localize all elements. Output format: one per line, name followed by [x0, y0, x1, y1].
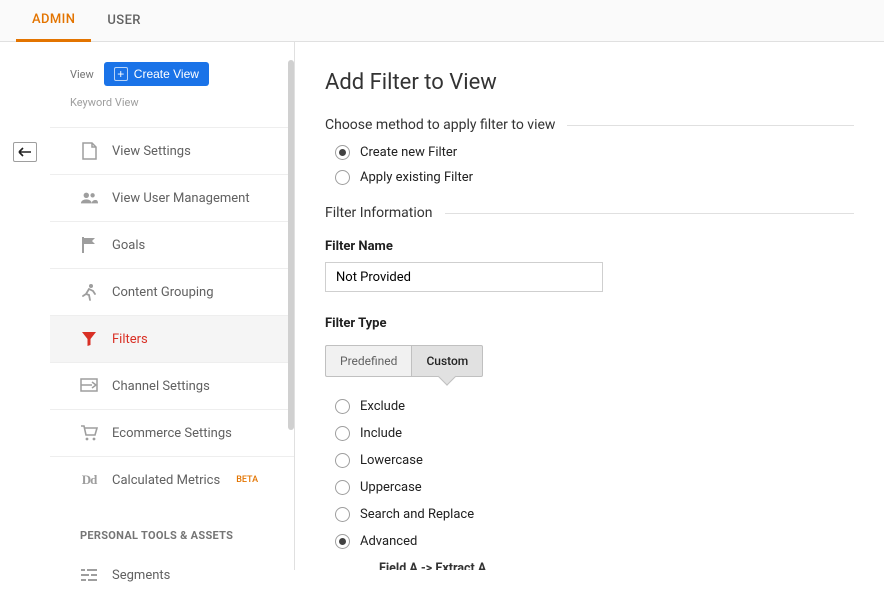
sidebar-item-label: Filters	[112, 332, 148, 347]
sidebar-item-label: Calculated Metrics	[112, 473, 220, 488]
radio-label: Advanced	[360, 534, 417, 549]
sidebar-item-segments[interactable]: Segments	[50, 552, 294, 598]
channel-icon	[80, 377, 98, 395]
sidebar-item-label: Goals	[112, 238, 145, 253]
radio-icon	[335, 453, 350, 468]
radio-lowercase[interactable]: Lowercase	[335, 453, 854, 468]
sidebar: View + Create View Keyword View View Set…	[50, 42, 295, 570]
sidebar-item-label: View Settings	[112, 144, 191, 159]
filter-type-custom-button[interactable]: Custom	[411, 345, 483, 377]
cart-icon	[80, 424, 98, 442]
filter-name-input[interactable]	[325, 262, 603, 292]
radio-label: Create new Filter	[360, 145, 457, 160]
custom-filter-options: Exclude Include Lowercase Uppercase Sear…	[335, 399, 854, 570]
people-icon	[80, 189, 98, 207]
sidebar-item-content-grouping[interactable]: Content Grouping	[50, 268, 294, 315]
section-label: Choose method to apply filter to view	[325, 117, 555, 133]
radio-create-new-filter[interactable]: Create new Filter	[335, 145, 854, 160]
filter-type-predefined-button[interactable]: Predefined	[325, 345, 411, 377]
scrollbar[interactable]	[288, 60, 294, 430]
sidebar-item-calculated-metrics[interactable]: Dd Calculated Metrics BETA	[50, 456, 294, 503]
sidebar-item-label: Content Grouping	[112, 285, 214, 300]
create-view-button-label: Create View	[134, 67, 199, 81]
radio-icon	[335, 480, 350, 495]
field-group-filter-name: Filter Name	[325, 239, 854, 292]
radio-icon	[335, 145, 350, 160]
radio-apply-existing-filter[interactable]: Apply existing Filter	[335, 170, 854, 185]
radio-icon	[335, 507, 350, 522]
sidebar-nav-personal: Segments	[50, 552, 294, 598]
radio-label: Search and Replace	[360, 507, 474, 522]
view-header: View + Create View	[50, 62, 294, 86]
main-panel: Add Filter to View Choose method to appl…	[295, 42, 884, 570]
page-icon	[80, 142, 98, 160]
radio-include[interactable]: Include	[335, 426, 854, 441]
radio-advanced[interactable]: Advanced	[335, 534, 854, 549]
filter-type-segmented: Predefined Custom	[325, 345, 483, 377]
section-choose-method: Choose method to apply filter to view	[325, 117, 854, 133]
section-header-personal: PERSONAL TOOLS & ASSETS	[50, 503, 294, 552]
sidebar-item-goals[interactable]: Goals	[50, 221, 294, 268]
sidebar-nav: View Settings View User Management Goals…	[50, 127, 294, 503]
field-a-extract-a-label: Field A -> Extract A	[379, 561, 854, 570]
create-view-button[interactable]: + Create View	[104, 62, 209, 86]
section-label: Filter Information	[325, 205, 433, 221]
field-group-filter-type: Filter Type Predefined Custom Exclude In…	[325, 316, 854, 570]
radio-exclude[interactable]: Exclude	[335, 399, 854, 414]
left-rail	[0, 42, 50, 570]
sidebar-item-label: Ecommerce Settings	[112, 426, 232, 441]
radio-search-replace[interactable]: Search and Replace	[335, 507, 854, 522]
radio-label: Include	[360, 426, 402, 441]
plus-icon: +	[114, 67, 128, 81]
sidebar-item-label: Channel Settings	[112, 379, 210, 394]
view-label: View	[70, 68, 94, 81]
radio-icon	[335, 170, 350, 185]
current-view-name[interactable]: Keyword View	[50, 96, 294, 109]
sidebar-item-channel-settings[interactable]: Channel Settings	[50, 362, 294, 409]
tab-user[interactable]: USER	[91, 0, 157, 42]
radio-label: Exclude	[360, 399, 405, 414]
radio-icon	[335, 426, 350, 441]
sidebar-item-view-user-management[interactable]: View User Management	[50, 174, 294, 221]
radio-label: Uppercase	[360, 480, 422, 495]
sidebar-item-view-settings[interactable]: View Settings	[50, 127, 294, 174]
divider-line	[567, 125, 854, 126]
sidebar-item-label: View User Management	[112, 191, 250, 206]
filter-type-label: Filter Type	[325, 316, 854, 331]
radio-label: Apply existing Filter	[360, 170, 473, 185]
radio-uppercase[interactable]: Uppercase	[335, 480, 854, 495]
section-filter-information: Filter Information	[325, 205, 854, 221]
flag-icon	[80, 236, 98, 254]
page-title: Add Filter to View	[325, 70, 854, 95]
back-arrow-icon	[18, 147, 32, 157]
person-run-icon	[80, 283, 98, 301]
tab-admin[interactable]: ADMIN	[16, 0, 91, 42]
sidebar-item-ecommerce-settings[interactable]: Ecommerce Settings	[50, 409, 294, 456]
radio-icon	[335, 399, 350, 414]
funnel-icon	[80, 330, 98, 348]
sidebar-item-filters[interactable]: Filters	[50, 315, 294, 362]
radio-icon	[335, 534, 350, 549]
top-tabs: ADMIN USER	[0, 0, 884, 42]
divider-line	[445, 213, 855, 214]
calculated-metrics-icon: Dd	[80, 471, 98, 489]
filter-name-label: Filter Name	[325, 239, 854, 254]
beta-badge: BETA	[236, 475, 258, 485]
back-button[interactable]	[13, 142, 37, 162]
radio-label: Lowercase	[360, 453, 423, 468]
segments-icon	[80, 566, 98, 584]
